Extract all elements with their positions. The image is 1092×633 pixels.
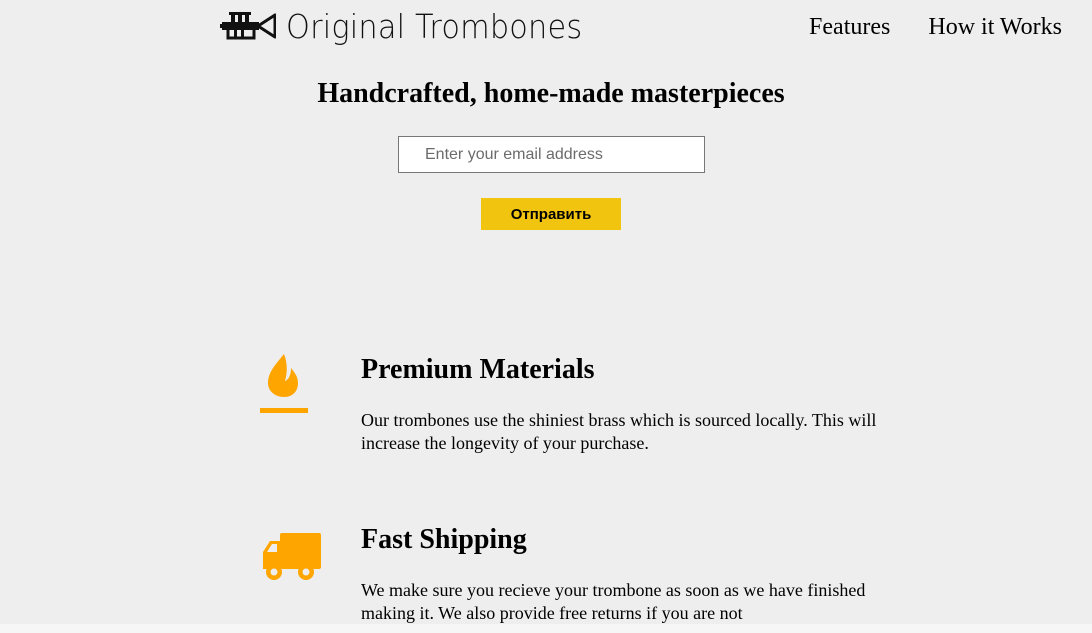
header: Original Trombones Features How it Works xyxy=(0,0,1092,56)
trumpet-icon xyxy=(220,12,276,40)
hero-title: Handcrafted, home-made masterpieces xyxy=(317,78,785,109)
submit-button[interactable]: Отправить xyxy=(481,198,621,230)
brand-name: Original Trombones xyxy=(286,6,583,46)
main-nav: Features How it Works xyxy=(809,14,1062,41)
nav-link-features[interactable]: Features xyxy=(809,14,890,41)
feature-description: We make sure you recieve your trombone a… xyxy=(361,580,866,623)
email-input[interactable] xyxy=(398,136,705,173)
brand[interactable]: Original Trombones xyxy=(220,6,608,46)
fire-icon xyxy=(260,354,308,413)
feature-title: Fast Shipping xyxy=(361,524,527,555)
feature-title: Premium Materials xyxy=(361,354,595,385)
horizontal-scrollbar-track xyxy=(0,624,1092,633)
feature-description: Our trombones use the shiniest brass whi… xyxy=(361,410,877,453)
nav-link-how-it-works[interactable]: How it Works xyxy=(928,14,1062,41)
truck-icon xyxy=(263,533,321,580)
page: Original Trombones Features How it Works… xyxy=(0,0,1092,633)
